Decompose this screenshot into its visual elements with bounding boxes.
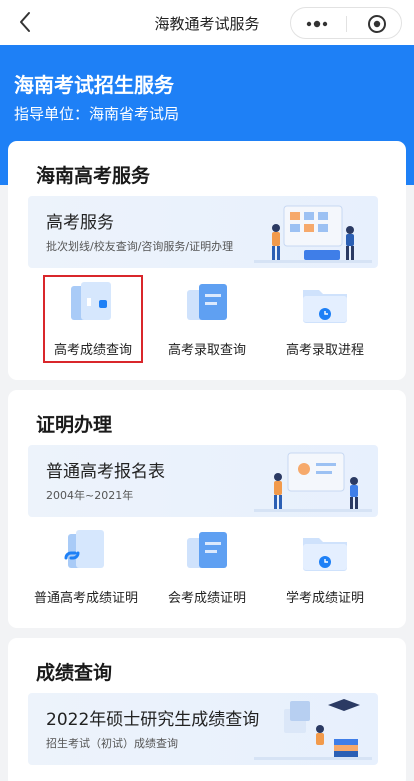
banner-subtitle: 招生考试（初试）成绩查询 (46, 737, 178, 750)
service-label: 普通高考成绩证明 (33, 591, 138, 606)
banner-title: 2022年硕士研究生成绩查询 (46, 710, 260, 730)
service-label: 会考成绩证明 (167, 591, 246, 606)
students-studying-illustration (254, 205, 372, 263)
selection-highlight-box (43, 275, 143, 363)
close-target-icon[interactable] (365, 14, 389, 34)
admission-docs-icon (187, 284, 227, 320)
registration-form-banner[interactable]: 普通高考报名表 2004年~2021年 (28, 445, 378, 517)
mini-program-capsule (290, 7, 402, 39)
service-label: 高考录取进程 (285, 343, 364, 358)
gaokao-admission-progress[interactable]: 高考录取进程 (266, 272, 384, 368)
postgraduate-score-banner[interactable]: 2022年硕士研究生成绩查询 招生考试（初试）成绩查询 (28, 693, 378, 765)
section-title: 证明办理 (36, 414, 113, 436)
section-title: 海南高考服务 (36, 165, 151, 187)
service-label: 高考录取查询 (167, 343, 246, 358)
gaokao-admission-query[interactable]: 高考录取查询 (148, 272, 266, 368)
banner-title: 高考服务 (46, 213, 114, 233)
capsule-divider (346, 16, 347, 32)
banner-subtitle: 批次划线/校友查询/咨询服务/证明办理 (46, 240, 234, 253)
top-bar: 海教通考试服务 (0, 0, 414, 45)
banner-title: 普通高考报名表 (46, 462, 165, 482)
folder-clock-icon (303, 290, 347, 323)
xuekao-score-certificate[interactable]: 学考成绩证明 (266, 520, 384, 616)
score-query-card: 成绩查询 2022年硕士研究生成绩查询 招生考试（初试）成绩查询 (8, 638, 406, 781)
docs-stack-icon (187, 532, 227, 568)
header-subtitle: 指导单位：海南省考试局 (14, 105, 180, 123)
gaokao-banner[interactable]: 高考服务 批次划线/校友查询/咨询服务/证明办理 (28, 196, 378, 268)
linked-doc-icon (64, 530, 104, 568)
service-label: 学考成绩证明 (285, 591, 364, 606)
more-dots-icon[interactable] (303, 14, 335, 34)
banner-subtitle: 2004年~2021年 (46, 489, 134, 502)
gaokao-score-certificate[interactable]: 普通高考成绩证明 (26, 520, 146, 616)
folder-clock-icon (303, 538, 347, 571)
people-whiteboard-illustration (254, 452, 372, 512)
section-title: 成绩查询 (36, 662, 113, 684)
graduate-reading-illustration (254, 699, 372, 760)
header-title: 海南考试招生服务 (14, 73, 174, 97)
huikao-score-certificate[interactable]: 会考成绩证明 (148, 520, 266, 616)
